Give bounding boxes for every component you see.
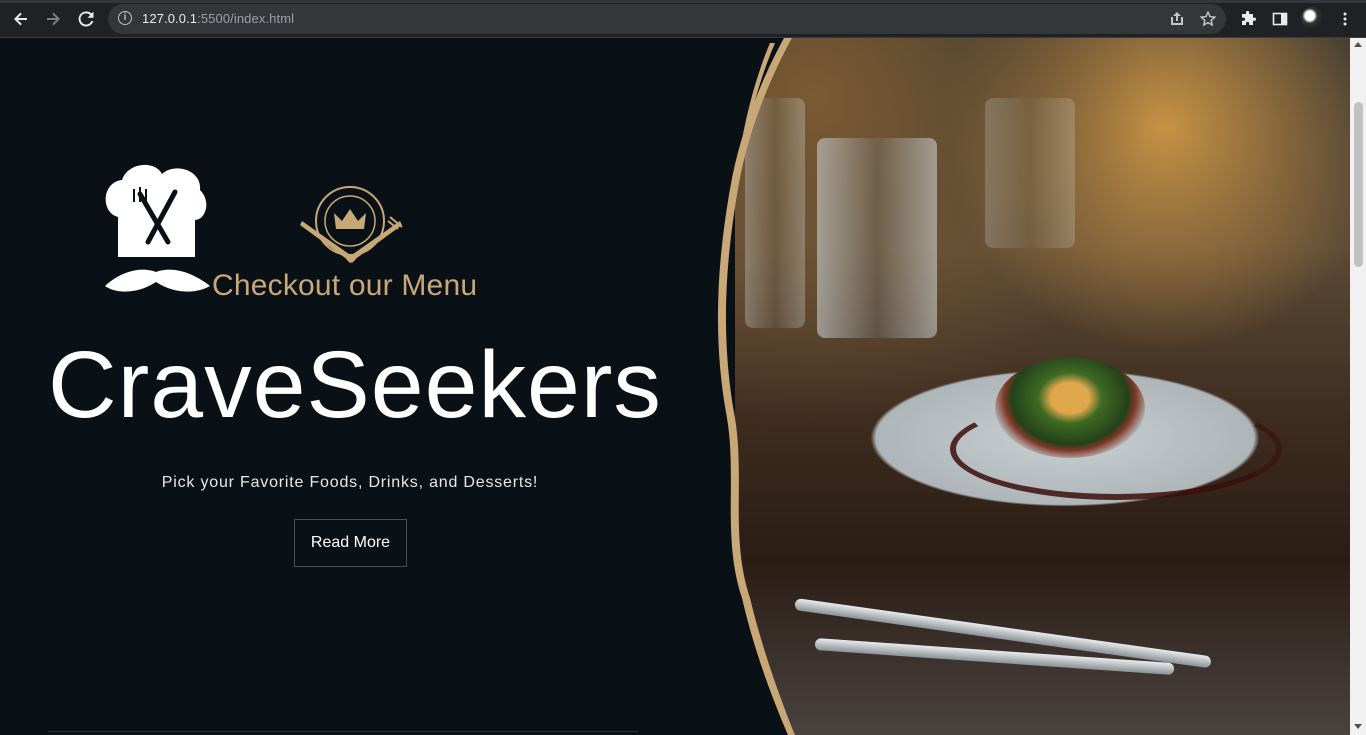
page-scrollbar[interactable] — [1350, 38, 1366, 735]
gold-wave-divider — [700, 38, 795, 735]
side-panel-icon[interactable] — [1269, 8, 1291, 30]
scroll-up-arrow-icon[interactable] — [1354, 42, 1362, 47]
scroll-down-arrow-icon[interactable] — [1354, 724, 1362, 729]
menu-heading: Checkout our Menu — [212, 269, 478, 302]
food-on-plate — [995, 358, 1145, 458]
scrollbar-thumb[interactable] — [1354, 102, 1363, 267]
kebab-menu-icon[interactable] — [1334, 8, 1356, 30]
browser-toolbar: i 127.0.0.1:5500/index.html — [0, 0, 1366, 38]
hero-section: Checkout our Menu CraveSeekers Pick your… — [0, 38, 1350, 735]
arrow-left-icon — [14, 12, 27, 26]
read-more-button[interactable]: Read More — [294, 519, 407, 567]
share-icon[interactable] — [1168, 10, 1186, 28]
puzzle-icon[interactable] — [1237, 8, 1259, 30]
brand-title: CraveSeekers — [48, 332, 662, 438]
arrow-right-icon — [47, 12, 60, 26]
star-icon[interactable] — [1199, 10, 1217, 28]
url-host: 127.0.0.1 — [142, 11, 198, 26]
glass-back — [985, 98, 1075, 248]
address-bar[interactable]: i 127.0.0.1:5500/index.html — [108, 4, 1226, 34]
water-glass — [817, 138, 937, 338]
back-button[interactable] — [10, 8, 32, 30]
chef-hat-mustache-icon — [105, 164, 210, 292]
reload-button[interactable] — [75, 8, 97, 30]
profile-avatar[interactable] — [1301, 7, 1323, 29]
url-text[interactable]: 127.0.0.1:5500/index.html — [142, 11, 294, 26]
tab-strip-edge — [0, 0, 1366, 3]
url-path: :5500/index.html — [197, 11, 295, 26]
section-divider — [48, 731, 638, 732]
crown-cutlery-icon — [300, 186, 403, 263]
reload-icon — [78, 11, 94, 27]
info-icon[interactable]: i — [118, 11, 132, 25]
forward-button[interactable] — [42, 8, 64, 30]
tagline: Pick your Favorite Foods, Drinks, and De… — [161, 474, 539, 491]
